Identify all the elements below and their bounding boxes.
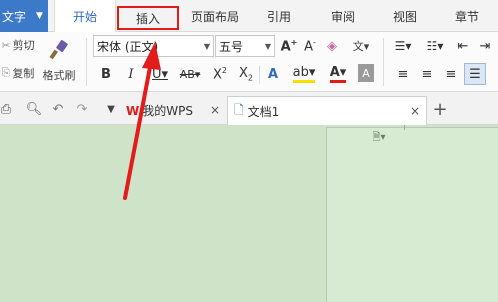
- annotation-arrow: [123, 42, 161, 200]
- wps-writer-window: 文字 ▼ 开始 插入 页面布局 引用 审阅 视图 章节 ✂ 剪切 ⎘ 复制 格式…: [0, 0, 498, 302]
